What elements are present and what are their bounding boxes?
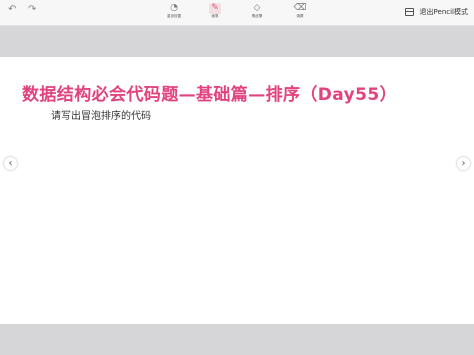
redo-icon[interactable]: ↷ bbox=[28, 5, 36, 15]
tool-label: 画笔 bbox=[211, 14, 219, 18]
laser-pointer-icon: ◔ bbox=[170, 3, 178, 13]
undo-icon[interactable]: ↶ bbox=[8, 5, 16, 15]
calendar-icon bbox=[404, 8, 414, 16]
tool-label: 重设设置 bbox=[167, 14, 181, 18]
slide-subtitle: 请写出冒泡排序的代码 bbox=[51, 111, 151, 122]
laser-pointer-tool-button[interactable]: ◔ 重设设置 bbox=[159, 3, 189, 25]
tool-label: 清屏 bbox=[296, 14, 304, 18]
eraser-tool-button[interactable]: ◇ 橡皮擦 bbox=[242, 3, 272, 25]
pen-tool-button[interactable]: ✎ 画笔 bbox=[200, 3, 230, 25]
exit-pencil-button[interactable]: 退出Pencil模式 bbox=[420, 7, 468, 17]
slide-canvas[interactable]: 数据结构必会代码题—基础篇—排序（Day55） 请写出冒泡排序的代码 bbox=[0, 57, 474, 324]
tool-label: 橡皮擦 bbox=[251, 14, 263, 18]
chevron-left-icon[interactable]: ‹ bbox=[4, 157, 17, 170]
clear-icon: ⌫ bbox=[293, 3, 307, 13]
chevron-right-icon[interactable]: › bbox=[457, 157, 470, 170]
exit-pencil-mode[interactable]: 退出Pencil模式 bbox=[404, 7, 468, 17]
pen-icon: ✎ bbox=[209, 3, 221, 14]
eraser-icon: ◇ bbox=[253, 3, 261, 13]
slide-title: 数据结构必会代码题—基础篇—排序（Day55） bbox=[22, 85, 397, 105]
clear-tool-button[interactable]: ⌫ 清屏 bbox=[285, 3, 315, 25]
pencil-toolbar: ↶ ↷ ◔ 重设设置 ✎ 画笔 ◇ 橡皮擦 ⌫ 清屏 退出Pencil模式 bbox=[0, 0, 474, 26]
